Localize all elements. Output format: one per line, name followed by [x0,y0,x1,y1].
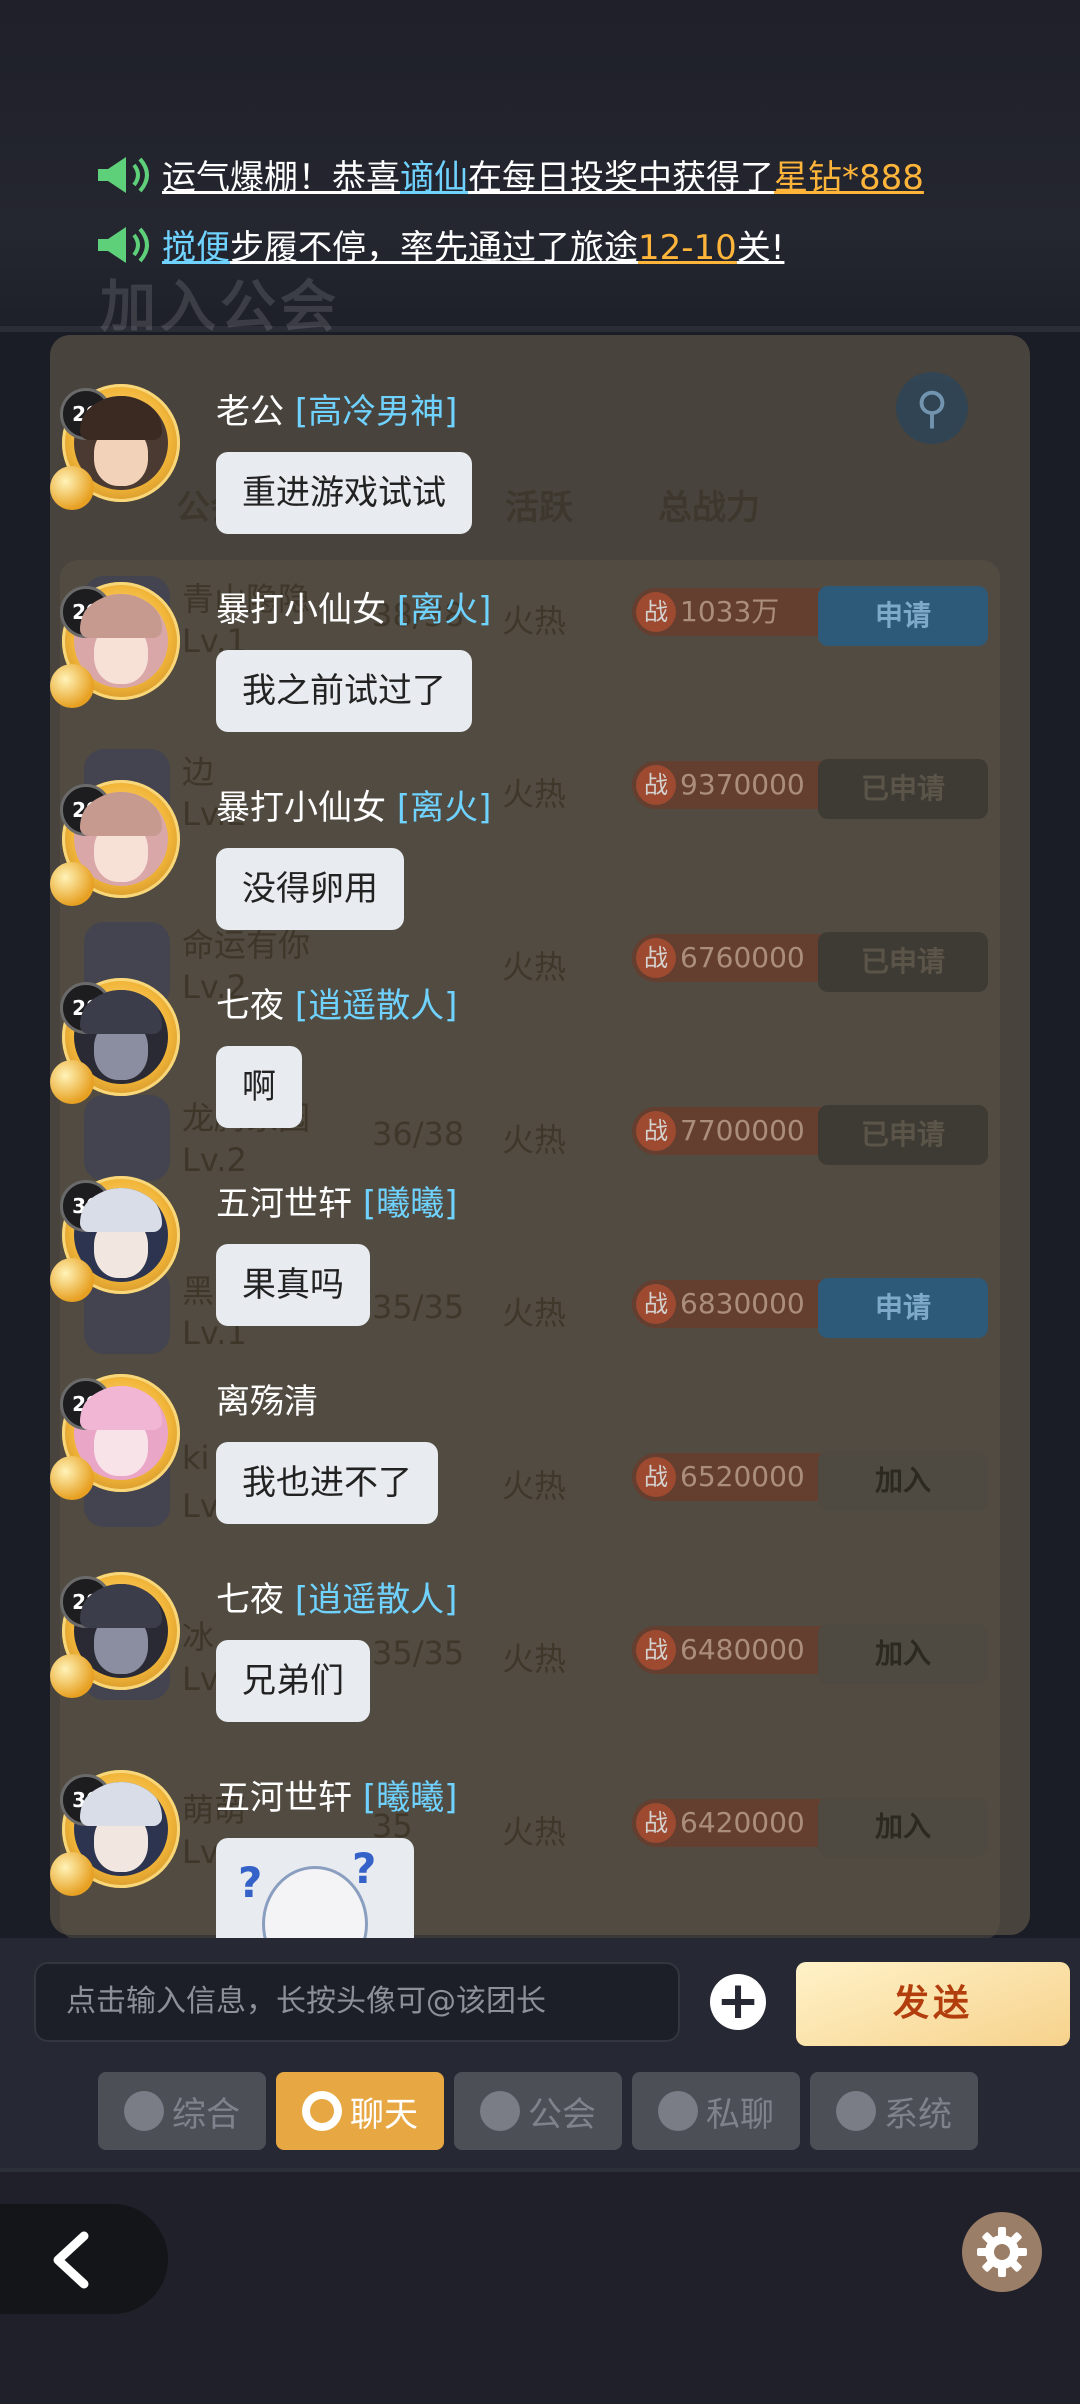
sender-name: 五河世轩 [曦曦] [216,1770,457,1819]
bottom-nav [0,2168,1080,2404]
sender-nickname: 五河世轩 [216,1184,352,1224]
tab-1[interactable]: 聊天 [276,2072,444,2150]
chat-message: 29 老公 [高冷男神] 重进游戏试试 [40,384,940,574]
sender-nickname: 七夜 [216,1580,284,1620]
notice-segment: 运气爆棚！恭喜 [162,158,400,198]
message-bubble: 兄弟们 [216,1640,370,1722]
notice-line: 运气爆棚！恭喜谪仙在每日投奖中获得了星钻*888 [94,150,924,199]
notice-segment: 在每日投奖中获得了 [468,158,774,198]
tab-2[interactable]: 公会 [454,2072,622,2150]
message-bubble: 果真吗 [216,1244,370,1326]
sender-nickname: 老公 [216,392,284,432]
message-bubble: 啊 [216,1046,302,1128]
tab-3[interactable]: 私聊 [632,2072,800,2150]
sender-name: 五河世轩 [曦曦] [216,1176,457,1225]
send-button[interactable]: 发送 [796,1962,1070,2046]
chat-message: 29 离殇清 我也进不了 [40,1374,940,1564]
chat-message: 30 五河世轩 [曦曦]?? [40,1770,940,1960]
sender-guild-tag: [高冷男神] [294,392,458,432]
avatar[interactable]: 29 [50,780,180,906]
notice-segment: 12-10 [638,228,737,268]
chat-bubble-icon [658,2091,698,2131]
megaphone-icon [836,2091,876,2131]
sender-name: 暴打小仙女 [离火] [216,780,491,829]
sender-name: 七夜 [逍遥散人] [216,1572,457,1621]
tab-0[interactable]: 综合 [98,2072,266,2150]
notice-line: 搅便步履不停，率先通过了旅途12-10关! [94,220,784,269]
channel-tabs: 综合 聊天 公会 私聊 系统 [98,2072,978,2150]
message-bubble: 重进游戏试试 [216,452,472,534]
chat-bottom-bar: 点击输入信息，长按头像可@该团长 + 发送 综合 聊天 公会 私聊 系统 [0,1938,1080,2404]
sticker-image: ?? [216,1838,414,1948]
sender-guild-tag: [逍遥散人] [294,986,458,1026]
message-bubble: 没得卵用 [216,848,404,930]
message-bubble: 我也进不了 [216,1442,438,1524]
notice-segment[interactable]: 谪仙 [400,158,468,198]
message-bubble: 我之前试过了 [216,650,472,732]
tab-label: 公会 [528,2094,596,2135]
avatar[interactable]: 30 [50,1176,180,1302]
sender-nickname: 暴打小仙女 [216,590,386,630]
sender-guild-tag: [离火] [396,590,492,630]
sender-nickname: 离殇清 [216,1382,318,1422]
sender-guild-tag: [曦曦] [362,1184,458,1224]
tab-label: 综合 [172,2094,240,2135]
avatar[interactable]: 28 [50,1572,180,1698]
avatar[interactable]: 30 [50,1770,180,1896]
sender-guild-tag: [离火] [396,788,492,828]
tab-label: 系统 [884,2094,952,2135]
chat-input[interactable]: 点击输入信息，长按头像可@该团长 [34,1962,680,2042]
sender-guild-tag: [逍遥散人] [294,1580,458,1620]
tab-label: 私聊 [706,2094,774,2135]
chat-message: 28 七夜 [逍遥散人] 兄弟们 [40,1572,940,1762]
notice-segment[interactable]: 搅便 [162,228,230,268]
sender-nickname: 七夜 [216,986,284,1026]
notice-segment: 关! [736,228,785,268]
plus-icon[interactable]: + [710,1974,766,2030]
tab-label: 聊天 [350,2094,418,2135]
chat-message: 28 七夜 [逍遥散人] 啊 [40,978,940,1168]
sender-name: 七夜 [逍遥散人] [216,978,457,1027]
sender-nickname: 暴打小仙女 [216,788,386,828]
sender-name: 离殇清 [216,1374,318,1423]
notice-segment: 步履不停，率先通过了旅途 [230,228,638,268]
avatar[interactable]: 28 [50,978,180,1104]
guild-flag-icon [480,2091,520,2131]
back-arrow-icon [53,2231,89,2289]
chat-message: 29 暴打小仙女 [离火] 我之前试过了 [40,582,940,772]
chat-message: 30 五河世轩 [曦曦] 果真吗 [40,1176,940,1366]
tab-4[interactable]: 系统 [810,2072,978,2150]
sender-nickname: 五河世轩 [216,1778,352,1818]
notice-segment: 星钻*888 [774,158,924,198]
megaphone-icon [98,226,149,263]
sender-name: 暴打小仙女 [离火] [216,582,491,631]
sender-guild-tag: [曦曦] [362,1778,458,1818]
guild-panel-title: 加入公会 [100,275,340,340]
megaphone-icon [98,156,149,193]
avatar[interactable]: 29 [50,1374,180,1500]
sender-name: 老公 [高冷男神] [216,384,457,433]
globe-icon [302,2091,342,2131]
avatar[interactable]: 29 [50,384,180,510]
gear-icon[interactable] [962,2212,1042,2292]
globe-chat-icon [124,2091,164,2131]
chat-message: 29 暴打小仙女 [离火] 没得卵用 [40,780,940,970]
back-button[interactable] [0,2204,168,2314]
avatar[interactable]: 29 [50,582,180,708]
